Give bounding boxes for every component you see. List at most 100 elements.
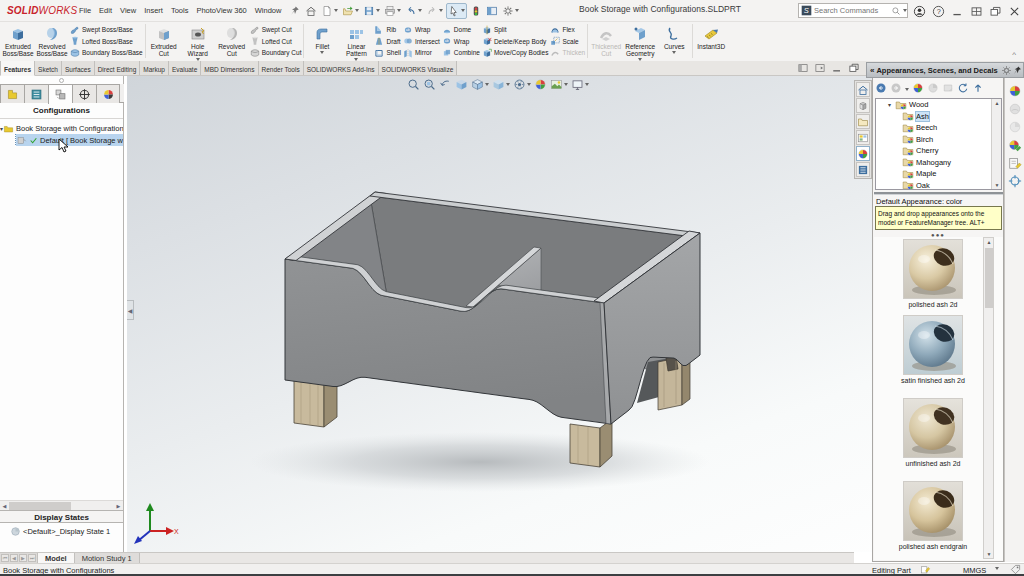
ribbon-button-rib[interactable]: Rib — [373, 24, 401, 36]
settings-gear-icon-svg-part[interactable] — [1004, 68, 1008, 72]
tab-mbd-dimensions[interactable]: MBD Dimensions — [201, 61, 258, 75]
scrollbar-thumb[interactable] — [9, 502, 71, 510]
scroll-down-icon[interactable]: ▼ — [992, 182, 1002, 188]
up-arrow-button-svg[interactable] — [972, 82, 984, 94]
window-layout-button-svg[interactable] — [970, 5, 983, 18]
scroll-down-icon[interactable]: ▼ — [984, 551, 994, 557]
up-arrow-button[interactable] — [972, 82, 984, 94]
tree-item-maple[interactable]: Maple — [876, 168, 1001, 180]
options-traffic-button[interactable] — [469, 4, 483, 18]
tab-solidworks-add-ins[interactable]: SOLIDWORKS Add-Ins — [304, 61, 379, 75]
user-account-button-svg-part[interactable] — [916, 13, 923, 15]
undo-button[interactable] — [404, 4, 423, 18]
dropdown-caret-icon[interactable] — [376, 9, 380, 12]
tree-item-beech[interactable]: Beech — [876, 122, 1001, 134]
scenes-disabled-button[interactable] — [927, 82, 939, 94]
decals-disabled-button[interactable] — [942, 82, 954, 94]
decal-disabled-button-svg-part[interactable] — [1015, 122, 1020, 127]
pane-right-button-svg[interactable] — [814, 62, 826, 74]
book-storage-3d-model-part-part[interactable] — [570, 419, 612, 467]
ribbon-button-revolve-boss[interactable]: Revolved Boss/Base — [35, 23, 69, 57]
units-caret-icon[interactable] — [995, 567, 999, 570]
target-crosshair-button-svg[interactable] — [1008, 174, 1022, 188]
nav-last-icon[interactable]: ⏭ — [28, 554, 36, 562]
dropdown-caret-icon[interactable] — [672, 51, 676, 54]
pin-button[interactable] — [288, 4, 302, 18]
help-button-svg-part[interactable]: ? — [937, 6, 941, 15]
decals-disabled-button-svg[interactable] — [942, 82, 954, 94]
task-pane-tab-file-explorer[interactable] — [856, 114, 870, 129]
tree-item-birch[interactable]: Birch — [876, 134, 1001, 146]
menu-view[interactable]: View — [116, 3, 140, 18]
settings-gear-icon[interactable] — [1001, 65, 1012, 76]
ribbon-button-boundary-boss[interactable]: Boundary Boss/Base — [69, 47, 144, 59]
search-box[interactable]: S — [798, 3, 908, 18]
minimize-button[interactable] — [831, 62, 843, 74]
dropdown-caret-icon[interactable] — [585, 83, 589, 86]
ribbon-button-combine[interactable]: Combine — [441, 47, 481, 59]
ribbon-button-fillet[interactable]: Fillet — [305, 23, 339, 54]
tree-scrollbar[interactable]: ▲ ▼ — [991, 99, 1001, 189]
appearance-ball-button-svg-part[interactable] — [1010, 91, 1015, 96]
task-pane-tab-design-library[interactable] — [856, 98, 870, 113]
nav-next-icon[interactable]: ▶ — [19, 554, 27, 562]
hide-show-items-button[interactable] — [513, 78, 531, 91]
decal-edit-button-svg[interactable] — [1008, 156, 1022, 170]
nav-first-icon[interactable]: ⏮ — [1, 554, 9, 562]
section-view-button[interactable] — [455, 78, 468, 91]
decal-edit-button[interactable] — [1008, 156, 1022, 170]
appearances-ball-button-svg-part[interactable] — [914, 84, 918, 88]
appearance-ball-button-svg-part[interactable] — [1015, 91, 1020, 96]
scene-edit-button[interactable] — [1008, 138, 1022, 152]
scroll-left-icon[interactable]: ◀ — [0, 501, 9, 511]
dropdown-caret-icon[interactable] — [439, 9, 443, 12]
caret-down-button[interactable] — [905, 84, 909, 93]
dropdown-caret-icon[interactable] — [485, 83, 489, 86]
ribbon-button-dome[interactable]: Dome — [441, 24, 481, 36]
appearances-ball-button-svg-part[interactable] — [918, 88, 922, 92]
scene-disabled-button-svg[interactable] — [1008, 102, 1022, 116]
ribbon-button-draft[interactable]: Draft — [373, 36, 401, 48]
view-orientation-button[interactable] — [471, 78, 489, 91]
tab-render-tools[interactable]: Render Tools — [259, 61, 304, 75]
settings-gear-button[interactable] — [501, 4, 520, 18]
ribbon-button-boundary-cut[interactable]: Boundary Cut — [249, 47, 303, 59]
ribbon-button-loft-cut[interactable]: Lofted Cut — [249, 36, 303, 48]
scene-edit-button-svg-part[interactable] — [1014, 141, 1018, 145]
dropdown-caret-icon[interactable] — [564, 83, 568, 86]
appearance-thumbnail-satin-finished-ash-2d[interactable]: satin finished ash 2d — [886, 315, 980, 384]
fm-tab-configurationmanager[interactable] — [48, 84, 72, 104]
tree-item-cherry[interactable]: Cherry — [876, 145, 1001, 157]
scene-edit-button-svg-part[interactable] — [1009, 145, 1013, 149]
scene-edit-button-svg-part[interactable] — [1009, 141, 1013, 145]
appearances-ball-button-svg[interactable] — [912, 82, 924, 94]
decal-disabled-button[interactable] — [1008, 120, 1022, 134]
dropdown-caret-icon[interactable] — [320, 51, 324, 54]
scroll-up-icon[interactable]: ▲ — [992, 100, 1002, 106]
minimize-button-svg-part[interactable] — [953, 13, 960, 14]
pin-icon-svg-part[interactable] — [1014, 66, 1021, 74]
refresh-button-svg-part[interactable] — [959, 84, 966, 92]
edit-appearance-button[interactable] — [534, 78, 547, 91]
ribbon-button-mirror[interactable]: Mirror — [402, 47, 441, 59]
menu-tools[interactable]: Tools — [167, 3, 193, 18]
redo-button[interactable] — [425, 4, 444, 18]
up-arrow-button-svg-part[interactable] — [975, 85, 980, 92]
ribbon-button-sweep-cut[interactable]: Swept Cut — [249, 24, 303, 36]
task-pane-tab-solidworks-resources[interactable] — [856, 82, 870, 97]
help-button[interactable]: ? — [932, 5, 945, 18]
ribbon-button-extrude-boss[interactable]: Extruded Boss/Base — [1, 23, 35, 57]
book-storage-3d-model-part-part-part[interactable] — [294, 378, 324, 427]
fm-tab-displaymanager[interactable] — [96, 84, 120, 103]
nav-previous-icon[interactable]: ◀ — [10, 554, 18, 562]
panel-collapse-arrow[interactable]: ◀ — [127, 300, 134, 320]
save-button[interactable] — [362, 4, 381, 18]
tab-markup[interactable]: Markup — [140, 61, 169, 75]
tab-surfaces[interactable]: Surfaces — [62, 61, 95, 75]
tree-item-mahogany[interactable]: Mahogany — [876, 157, 1001, 169]
ribbon-button-linear-pattern[interactable]: Linear Pattern — [339, 23, 373, 61]
restore-button-svg[interactable] — [989, 5, 1002, 18]
appearances-ball-button-svg-part[interactable] — [914, 88, 918, 92]
ribbon-button-delete-keep-body[interactable]: Delete/Keep Body — [481, 36, 550, 48]
display-style-button[interactable] — [492, 78, 510, 91]
